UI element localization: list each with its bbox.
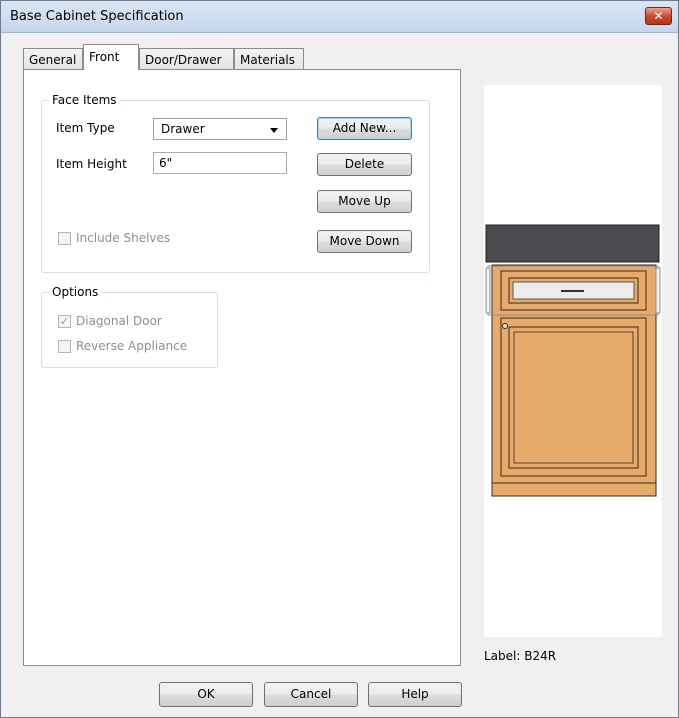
chevron-down-icon bbox=[270, 128, 278, 133]
dialog-window: Base Cabinet Specification ✕ General Fro… bbox=[0, 0, 679, 718]
delete-label: Delete bbox=[344, 157, 385, 171]
tab-door-drawer[interactable]: Door/Drawer bbox=[139, 48, 234, 70]
help-button[interactable]: Help bbox=[368, 682, 462, 707]
title-bar: Base Cabinet Specification ✕ bbox=[1, 1, 678, 33]
move-down-button[interactable]: Move Down bbox=[317, 230, 412, 253]
tab-general[interactable]: General bbox=[23, 48, 83, 70]
ok-button[interactable]: OK bbox=[159, 682, 253, 707]
add-new-button[interactable]: Add New... bbox=[317, 117, 412, 140]
close-icon: ✕ bbox=[653, 9, 664, 23]
selection-handle-right bbox=[655, 267, 661, 314]
front-tab-panel: Face Items Item Type Drawer Item Height … bbox=[23, 69, 461, 666]
cabinet-label: Label: B24R bbox=[484, 649, 557, 663]
cabinet-preview-drawing bbox=[485, 224, 661, 497]
door-inner-panel bbox=[513, 331, 634, 464]
tab-label: Materials bbox=[240, 53, 296, 67]
reverse-appliance-checkbox[interactable] bbox=[58, 340, 71, 353]
selection-handle-left bbox=[485, 267, 491, 314]
options-group: Options ✓ Diagonal Door Reverse Applianc… bbox=[41, 285, 218, 368]
tab-label: Door/Drawer bbox=[145, 53, 222, 67]
diagonal-door-label: Diagonal Door bbox=[76, 314, 162, 328]
cancel-button[interactable]: Cancel bbox=[264, 682, 358, 707]
countertop bbox=[485, 224, 660, 263]
window-title: Base Cabinet Specification bbox=[10, 9, 184, 24]
ok-label: OK bbox=[197, 687, 215, 701]
delete-button[interactable]: Delete bbox=[317, 153, 412, 176]
diagonal-door-checkbox[interactable]: ✓ bbox=[58, 315, 71, 328]
item-type-label: Item Type bbox=[56, 121, 115, 135]
item-type-select[interactable]: Drawer bbox=[153, 118, 287, 140]
face-items-legend: Face Items bbox=[49, 93, 120, 107]
cancel-label: Cancel bbox=[290, 687, 332, 701]
item-type-value: Drawer bbox=[161, 122, 205, 136]
tab-label: General bbox=[29, 53, 77, 67]
item-height-value: 6" bbox=[159, 156, 173, 170]
tab-label: Front bbox=[89, 50, 120, 64]
checkmark-icon: ✓ bbox=[59, 315, 70, 328]
options-legend: Options bbox=[49, 285, 102, 299]
item-height-input[interactable]: 6" bbox=[153, 152, 287, 174]
include-shelves-label: Include Shelves bbox=[76, 231, 171, 245]
reverse-appliance-label: Reverse Appliance bbox=[76, 339, 188, 353]
move-down-label: Move Down bbox=[329, 234, 400, 248]
add-new-label: Add New... bbox=[332, 121, 397, 135]
tab-materials[interactable]: Materials bbox=[234, 48, 304, 70]
help-label: Help bbox=[401, 687, 429, 701]
door-knob-icon bbox=[502, 323, 508, 329]
include-shelves-checkbox[interactable] bbox=[58, 232, 71, 245]
move-up-button[interactable]: Move Up bbox=[317, 190, 412, 213]
item-height-label: Item Height bbox=[56, 157, 127, 171]
face-items-group: Face Items Item Type Drawer Item Height … bbox=[41, 93, 430, 273]
close-button[interactable]: ✕ bbox=[645, 7, 672, 25]
cabinet-preview bbox=[484, 85, 662, 637]
move-up-label: Move Up bbox=[338, 194, 391, 208]
tab-front[interactable]: Front bbox=[83, 44, 139, 70]
